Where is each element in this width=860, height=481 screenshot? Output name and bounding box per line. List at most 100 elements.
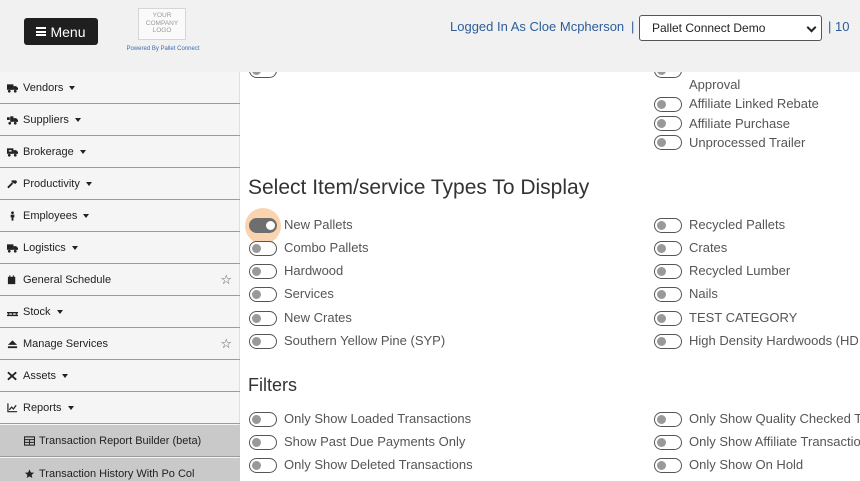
sidebar-item-label: Employees — [23, 209, 78, 222]
toggle-switch[interactable] — [654, 72, 682, 78]
option-label: Affiliate Linked Rebate — [689, 96, 819, 111]
tools-icon — [7, 371, 17, 380]
logged-in-user[interactable]: Logged In As Cloe Mcpherson — [450, 19, 624, 34]
caret-down-icon — [69, 86, 76, 90]
logo-line-1: YOUR — [152, 12, 172, 19]
handshake-truck-icon — [7, 147, 18, 157]
truck-icon — [7, 83, 18, 93]
option-label: TEST CATEGORY — [689, 310, 798, 325]
sidebar-subitem-transaction-report-builder[interactable]: Transaction Report Builder (beta) — [0, 425, 240, 457]
toggle-affiliate-transactions[interactable] — [654, 435, 682, 450]
option-label: Affiliate Purchase — [689, 116, 790, 131]
caret-down-icon — [79, 150, 86, 154]
toggle-unprocessed-trailer[interactable] — [654, 135, 682, 150]
company-logo[interactable]: YOUR COMPANY LOGO — [138, 8, 186, 40]
option-label: Hardwood — [284, 263, 344, 278]
sidebar-item-label: General Schedule — [23, 273, 112, 286]
option-label: Nails — [689, 286, 718, 301]
company-select[interactable]: Pallet Connect Demo — [639, 15, 822, 41]
toggle-only-loaded[interactable] — [249, 412, 277, 427]
option-label: Only Show Loaded Transactions — [284, 411, 472, 426]
sidebar-item-label: Suppliers — [23, 113, 69, 126]
toggle-affiliate-linked-rebate[interactable] — [654, 97, 682, 112]
toggle-crates[interactable] — [654, 241, 682, 256]
menu-button[interactable]: Menu — [24, 18, 98, 45]
toggle-only-deleted[interactable] — [249, 458, 277, 473]
powered-by-text: Powered By Pallet Connect — [126, 46, 200, 52]
toggle-recycled-lumber[interactable] — [654, 264, 682, 279]
sidebar-item-label: Stock — [23, 305, 51, 318]
option-label: Only Show Quality Checked T — [689, 411, 860, 426]
sidebar-subitem-label: Transaction Report Builder (beta) — [39, 434, 202, 447]
option-label: Only Show Affiliate Transactio — [689, 434, 860, 449]
toggle-affiliate-purchase[interactable] — [654, 116, 682, 131]
star-icon — [24, 468, 35, 478]
toggle-syp[interactable] — [249, 334, 277, 349]
option-label: Recycled Lumber — [689, 263, 791, 278]
toggle-hardwood[interactable] — [249, 264, 277, 279]
company-select-value: Pallet Connect Demo — [652, 21, 766, 35]
sidebar-item-vendors[interactable]: Vendors — [0, 72, 240, 104]
option-label: Services — [284, 286, 334, 301]
sidebar-item-assets[interactable]: Assets — [0, 360, 240, 392]
sidebar-subitem-transaction-history[interactable]: Transaction History With Po Col — [0, 458, 240, 481]
caret-down-icon — [56, 310, 63, 314]
caret-down-icon — [83, 214, 90, 218]
header-trailing-text[interactable]: | 10 — [828, 19, 849, 34]
sidebar-item-manage-services[interactable]: Manage Services ☆ — [0, 328, 240, 360]
star-outline-icon[interactable]: ☆ — [220, 272, 232, 288]
header-separator: | — [631, 19, 635, 34]
caret-down-icon — [74, 118, 81, 122]
sidebar: Vendors Suppliers Brokerage Productivity… — [0, 72, 240, 481]
toggle-past-due[interactable] — [249, 435, 277, 450]
toggle-new-crates[interactable] — [249, 311, 277, 326]
chevron-down-icon — [806, 22, 817, 33]
sidebar-item-label: Vendors — [23, 81, 64, 94]
truck-icon — [7, 243, 18, 253]
toggle-combo-pallets[interactable] — [249, 241, 277, 256]
sidebar-item-productivity[interactable]: Productivity — [0, 168, 240, 200]
chart-line-icon — [7, 402, 18, 412]
sidebar-item-general-schedule[interactable]: General Schedule ☆ — [0, 264, 240, 296]
sidebar-item-reports[interactable]: Reports — [0, 392, 240, 424]
item-types-heading: Select Item/service Types To Display — [248, 176, 590, 199]
sidebar-item-label: Brokerage — [23, 145, 74, 158]
sidebar-item-label: Reports — [23, 401, 62, 414]
toggle-services[interactable] — [249, 287, 277, 302]
logo-line-3: LOGO — [152, 27, 172, 34]
sidebar-item-employees[interactable]: Employees — [0, 200, 240, 232]
sidebar-item-label: Logistics — [23, 241, 66, 254]
option-label: Show Past Due Payments Only — [284, 434, 466, 449]
sidebar-item-brokerage[interactable]: Brokerage — [0, 136, 240, 168]
toggle-new-pallets[interactable] — [249, 218, 277, 233]
sidebar-item-stock[interactable]: Stock — [0, 296, 240, 328]
option-label: Only Show On Hold — [689, 457, 804, 472]
option-label: Recycled Pallets — [689, 217, 786, 232]
toggle-on-hold[interactable] — [654, 458, 682, 473]
toggle-recycled-pallets[interactable] — [654, 218, 682, 233]
toggle-quality-checked[interactable] — [654, 412, 682, 427]
menu-button-label: Menu — [50, 23, 86, 40]
caret-down-icon — [71, 246, 78, 250]
caret-down-icon — [62, 374, 69, 378]
pallet-icon — [7, 311, 18, 316]
caret-down-icon — [67, 406, 74, 410]
option-label: Southern Yellow Pine (SYP) — [284, 333, 446, 348]
toggle-nails[interactable] — [654, 287, 682, 302]
sidebar-item-logistics[interactable]: Logistics — [0, 232, 240, 264]
toggle-switch[interactable] — [249, 72, 277, 78]
toggle-high-density-hardwoods[interactable] — [654, 334, 682, 349]
person-icon — [10, 210, 15, 221]
toggle-test-category[interactable] — [654, 311, 682, 326]
option-label: Only Show Deleted Transactions — [284, 457, 473, 472]
sidebar-item-label: Productivity — [23, 177, 80, 190]
sidebar-item-suppliers[interactable]: Suppliers — [0, 104, 240, 136]
option-label: Combo Pallets — [284, 240, 369, 255]
logo-line-2: COMPANY — [145, 19, 179, 27]
star-outline-icon[interactable]: ☆ — [220, 336, 232, 352]
sidebar-item-label: Assets — [23, 369, 57, 382]
option-label: New Crates — [284, 310, 352, 325]
truck-loading-icon — [7, 115, 18, 125]
option-label: Approval — [689, 77, 741, 92]
option-label: Crates — [689, 240, 728, 255]
